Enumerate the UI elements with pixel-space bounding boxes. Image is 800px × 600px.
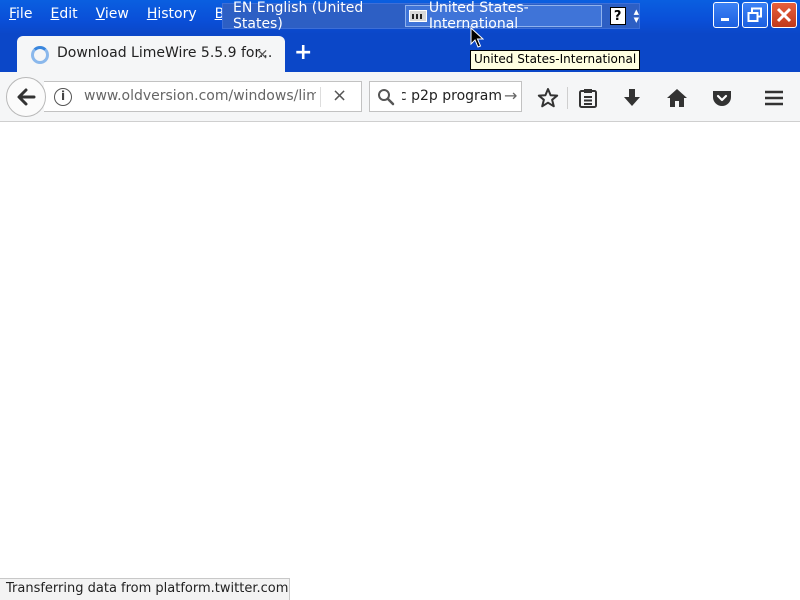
clipboard-icon (579, 89, 597, 108)
pocket-icon (713, 91, 731, 106)
home-icon (667, 89, 687, 107)
keyboard-icon (409, 10, 427, 22)
menu-edit-label: dit (59, 6, 78, 22)
info-icon[interactable]: i (54, 88, 72, 106)
tab-title: Download LimeWire 5.5.9 for... (57, 45, 273, 61)
language-label: EN English (United States) (233, 0, 364, 32)
title-bar: File Edit View History Boc EN English (U… (0, 0, 800, 34)
menu-file-accel: F (9, 6, 17, 22)
keyboard-layout-label: United States-International (428, 0, 529, 32)
tab-strip: Download LimeWire 5.5.9 for... × + (0, 34, 800, 72)
bookmark-star-button[interactable] (536, 86, 560, 110)
page-content (0, 123, 800, 600)
toolbar-divider (567, 87, 568, 109)
home-button[interactable] (665, 86, 689, 110)
star-icon (537, 88, 559, 108)
minimize-button[interactable] (713, 2, 739, 28)
menu-history-label: istory (157, 6, 197, 22)
bookmarks-menu-button[interactable] (576, 86, 600, 110)
mouse-cursor-icon (470, 26, 485, 53)
chevron-up-icon: ▲ (633, 8, 639, 16)
hamburger-menu-icon (765, 90, 783, 106)
tooltip: United States-International (470, 50, 641, 70)
new-tab-button[interactable]: + (294, 40, 312, 65)
restore-icon (747, 7, 762, 22)
clear-url-icon[interactable]: × (332, 85, 347, 106)
search-go-arrow-icon[interactable]: → (504, 86, 517, 105)
menu-bar: File Edit View History Boc (0, 0, 250, 28)
navigation-bar: i www.oldversion.com/windows/lim × ic p2… (0, 72, 800, 122)
search-icon (377, 88, 395, 110)
loading-spinner-icon (31, 46, 49, 64)
close-icon (776, 7, 792, 23)
menu-edit-accel: E (50, 6, 60, 22)
back-button[interactable] (6, 77, 46, 117)
language-bar-options-button[interactable]: ▲ ▼ (634, 8, 639, 24)
url-divider (320, 87, 321, 107)
language-selector[interactable]: EN English (United States) (223, 0, 405, 32)
language-bar: EN English (United States) United States… (222, 0, 640, 32)
menu-view[interactable]: View (87, 1, 138, 27)
download-arrow-icon (624, 89, 640, 106)
menu-history[interactable]: History (138, 1, 206, 27)
menu-edit[interactable]: Edit (41, 1, 86, 27)
minimize-icon (721, 18, 729, 21)
tab-close-icon[interactable]: × (256, 45, 269, 63)
status-bar: Transferring data from platform.twitter.… (0, 578, 290, 600)
menu-file[interactable]: File (0, 1, 41, 27)
search-input[interactable]: ic p2p program (402, 88, 502, 104)
tab-limewire[interactable]: Download LimeWire 5.5.9 for... × (17, 36, 285, 72)
keyboard-layout-selector[interactable]: United States-International (405, 0, 602, 32)
pocket-button[interactable] (710, 86, 734, 110)
close-window-button[interactable] (771, 2, 797, 28)
maximize-button[interactable] (742, 2, 768, 28)
chevron-down-icon: ▼ (633, 16, 639, 24)
menu-view-accel: V (95, 6, 105, 22)
downloads-button[interactable] (620, 86, 644, 110)
menu-view-label: iew (104, 6, 129, 22)
back-arrow-icon (17, 88, 36, 106)
menu-file-label: ile (16, 6, 33, 22)
url-text[interactable]: www.oldversion.com/windows/lim (84, 88, 316, 104)
help-icon[interactable]: ? (609, 7, 626, 25)
url-bar[interactable]: i www.oldversion.com/windows/lim × (44, 81, 362, 112)
search-bar[interactable]: ic p2p program → (369, 81, 522, 112)
open-menu-button[interactable] (762, 86, 786, 110)
menu-history-accel: H (146, 6, 158, 22)
